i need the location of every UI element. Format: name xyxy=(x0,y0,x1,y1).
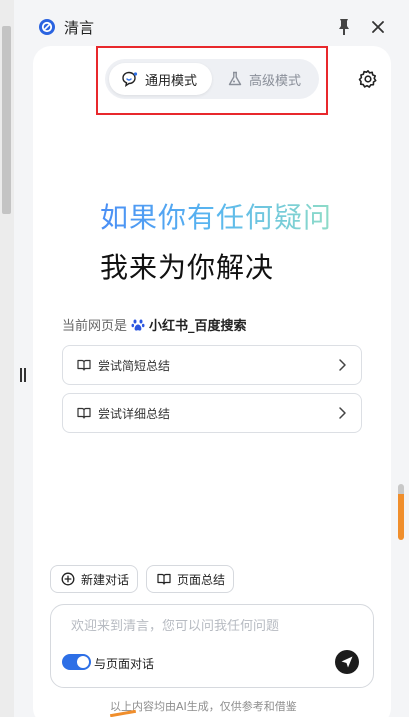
baidu-paw-icon xyxy=(131,319,145,331)
chevron-right-icon xyxy=(339,407,346,419)
app-logo-icon xyxy=(39,19,55,35)
send-icon xyxy=(341,656,353,668)
current-page-info: 当前网页是 小红书_百度搜索 xyxy=(62,315,247,334)
detailed-summary-label: 尝试详细总结 xyxy=(98,406,171,421)
chat-input-box: 与页面对话 xyxy=(50,604,374,688)
advanced-mode-label: 高级模式 xyxy=(249,73,302,89)
app-title: 清言 xyxy=(64,19,95,37)
page-scrollbar[interactable] xyxy=(0,0,14,717)
advanced-mode-button[interactable]: 高级模式 xyxy=(215,63,315,95)
gear-icon[interactable] xyxy=(358,69,378,89)
chat-input[interactable] xyxy=(71,619,351,634)
panel-resize-handle[interactable] xyxy=(19,368,27,382)
general-mode-button[interactable]: 通用模式 xyxy=(109,63,212,95)
book-icon xyxy=(157,573,171,585)
book-icon xyxy=(77,407,91,419)
panel-scrollbar-thumb[interactable] xyxy=(398,484,404,540)
page-summary-button[interactable]: 页面总结 xyxy=(146,565,234,593)
new-chat-button[interactable]: 新建对话 xyxy=(50,565,138,593)
ai-disclaimer: 以上内容均由AI生成，仅供参考和借鉴 xyxy=(110,700,297,713)
page-summary-label: 页面总结 xyxy=(177,572,226,587)
pin-icon[interactable] xyxy=(336,18,352,36)
hero-subtitle: 我来为你解决 xyxy=(100,251,275,284)
book-icon xyxy=(77,359,91,371)
chat-bubble-icon xyxy=(122,71,138,87)
panel-header: 清言 xyxy=(30,12,400,42)
new-chat-label: 新建对话 xyxy=(81,572,130,587)
mode-switch: 通用模式 高级模式 xyxy=(105,59,319,99)
plus-circle-icon xyxy=(61,572,75,586)
toggle-knob xyxy=(77,656,89,668)
current-page-prefix: 当前网页是 xyxy=(62,319,128,334)
flask-icon xyxy=(228,71,242,86)
send-button[interactable] xyxy=(335,650,359,674)
brief-summary-label: 尝试简短总结 xyxy=(98,358,171,373)
general-mode-label: 通用模式 xyxy=(145,73,198,89)
current-page-name: 小红书_百度搜索 xyxy=(149,319,247,334)
detailed-summary-button[interactable]: 尝试详细总结 xyxy=(62,393,362,433)
close-icon[interactable] xyxy=(370,18,386,36)
hero-title: 如果你有任何疑问 xyxy=(100,196,332,236)
page-scrollbar-thumb[interactable] xyxy=(2,26,11,214)
page-chat-toggle-label: 与页面对话 xyxy=(94,657,155,671)
chevron-right-icon xyxy=(339,359,346,371)
page-chat-toggle[interactable] xyxy=(62,654,91,670)
brief-summary-button[interactable]: 尝试简短总结 xyxy=(62,345,362,385)
